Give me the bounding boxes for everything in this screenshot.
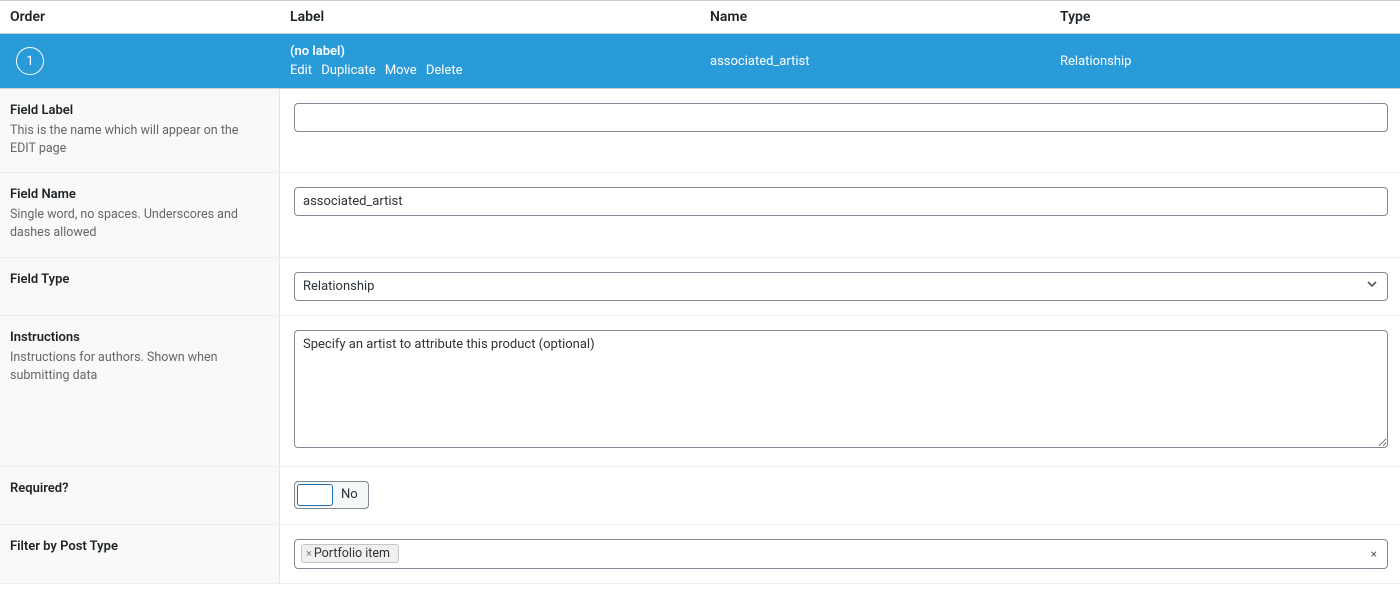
field-row-selected[interactable]: 1 (no label) Edit Duplicate Move Delete … [0, 34, 1400, 88]
label-field-type: Field Type [10, 272, 267, 287]
filter-post-type-select[interactable]: × Portfolio item × [294, 539, 1388, 569]
action-edit[interactable]: Edit [290, 63, 312, 78]
token-remove-icon[interactable]: × [306, 547, 312, 560]
order-badge[interactable]: 1 [16, 47, 44, 75]
col-header-name: Name [710, 9, 1060, 25]
setting-field-label: Field Label This is the name which will … [0, 89, 1400, 173]
field-type-select[interactable]: Relationship [294, 272, 1388, 301]
instructions-textarea[interactable] [294, 330, 1388, 448]
row-actions: Edit Duplicate Move Delete [290, 63, 710, 78]
action-delete[interactable]: Delete [426, 63, 463, 78]
post-type-token[interactable]: × Portfolio item [301, 544, 399, 563]
field-name-input[interactable] [294, 187, 1388, 216]
label-required: Required? [10, 481, 267, 496]
token-label: Portfolio item [314, 546, 390, 561]
desc-field-label: This is the name which will appear on th… [10, 122, 267, 158]
required-toggle[interactable]: No [294, 481, 369, 509]
toggle-state: No [341, 487, 358, 502]
setting-filter-post-type: Filter by Post Type × Portfolio item × [0, 525, 1400, 584]
desc-instructions: Instructions for authors. Shown when sub… [10, 349, 267, 385]
setting-field-type: Field Type Relationship [0, 258, 1400, 316]
label-filter-post-type: Filter by Post Type [10, 539, 267, 554]
label-field-name: Field Name [10, 187, 267, 202]
row-name: associated_artist [710, 54, 1060, 69]
col-header-type: Type [1060, 9, 1400, 25]
action-move[interactable]: Move [385, 63, 417, 78]
action-duplicate[interactable]: Duplicate [321, 63, 375, 78]
col-header-order: Order [10, 9, 290, 25]
label-field-label: Field Label [10, 103, 267, 118]
field-label-input[interactable] [294, 103, 1388, 132]
desc-field-name: Single word, no spaces. Underscores and … [10, 206, 267, 242]
label-instructions: Instructions [10, 330, 267, 345]
clear-icon[interactable]: × [1371, 547, 1377, 561]
setting-field-name: Field Name Single word, no spaces. Under… [0, 173, 1400, 257]
setting-instructions: Instructions Instructions for authors. S… [0, 316, 1400, 467]
row-type: Relationship [1060, 54, 1400, 69]
toggle-knob [297, 484, 333, 506]
fields-table-header: Order Label Name Type [0, 1, 1400, 34]
col-header-label: Label [290, 9, 710, 25]
setting-required: Required? No [0, 467, 1400, 525]
row-label[interactable]: (no label) [290, 44, 710, 59]
